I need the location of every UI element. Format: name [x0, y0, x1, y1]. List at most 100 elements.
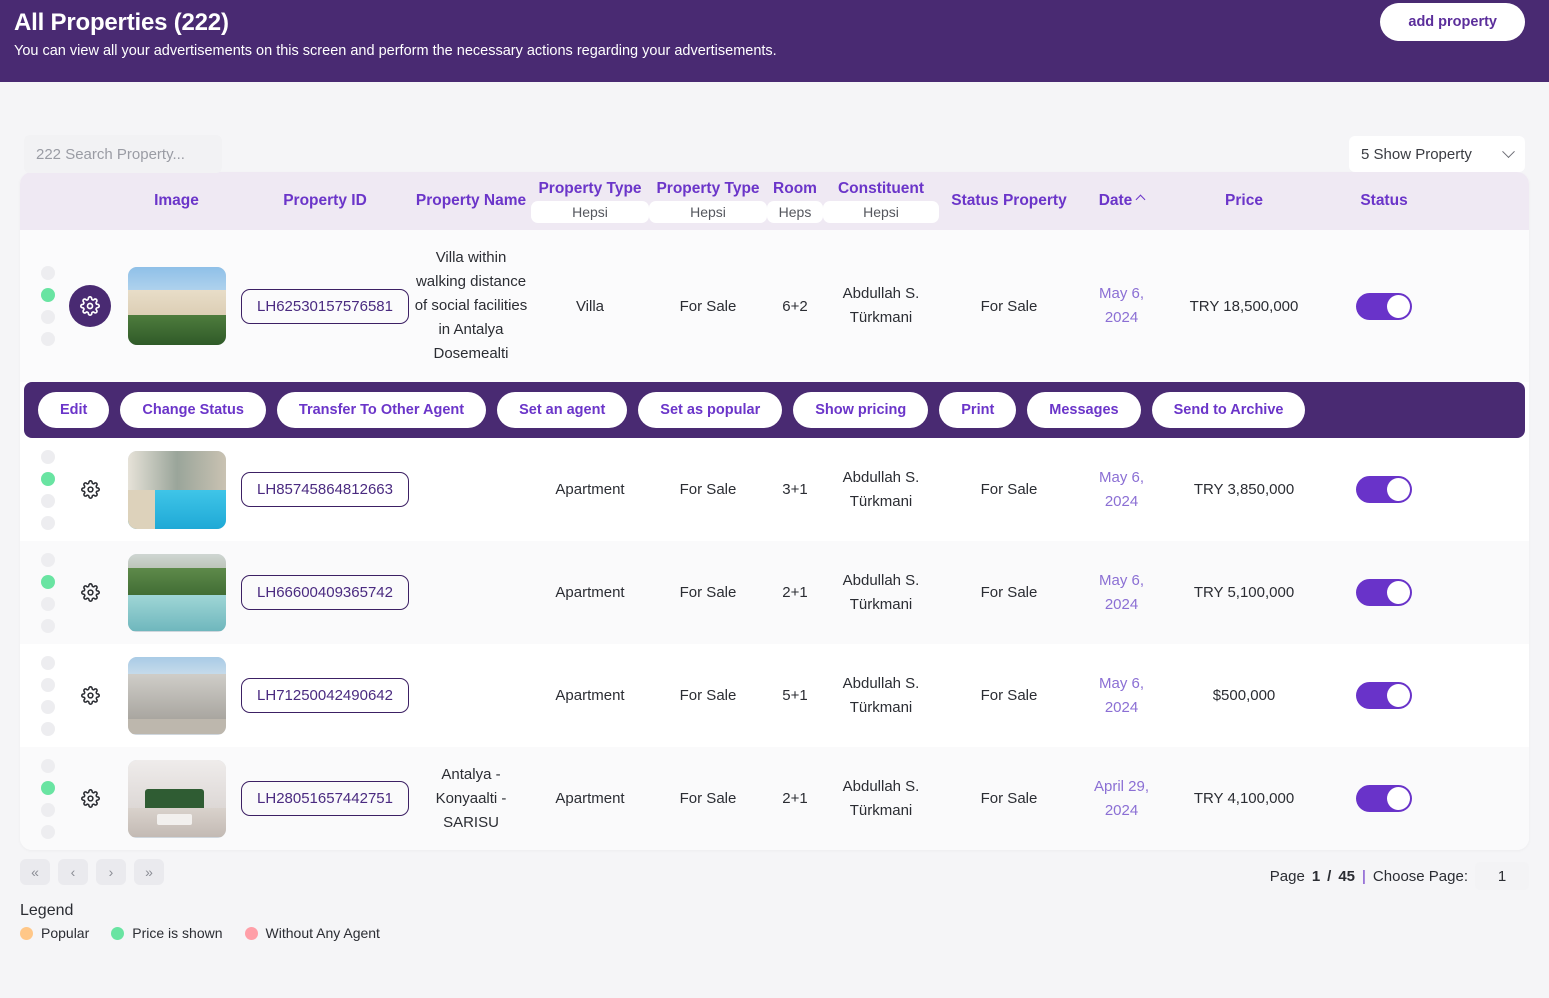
property-id-badge[interactable]: LH66600409365742 — [241, 575, 409, 610]
row-listing-type: For Sale — [649, 580, 767, 605]
property-id-badge[interactable]: LH28051657442751 — [241, 781, 409, 816]
column-label: Property Type — [656, 180, 759, 198]
legend-item-price-is-shown: Price is shown — [111, 925, 222, 941]
choose-page-label: Choose Page: — [1373, 868, 1468, 885]
status-dot-price-shown — [41, 472, 55, 486]
column-filter-property-type-1[interactable]: Hepsi — [531, 201, 649, 223]
action-set-an-agent-button[interactable]: Set an agent — [497, 392, 627, 428]
chevron-down-icon — [1502, 145, 1515, 158]
column-label-wrap: Date — [1099, 192, 1145, 210]
action-messages-button[interactable]: Messages — [1027, 392, 1140, 428]
property-thumbnail[interactable] — [128, 554, 226, 632]
column-header-property-type-2[interactable]: Property Type Hepsi — [649, 180, 767, 223]
previous-page-button[interactable]: ‹ — [58, 859, 88, 885]
status-dot-no-agent — [41, 310, 55, 324]
status-toggle[interactable] — [1356, 579, 1412, 606]
row-property-type: Apartment — [531, 683, 649, 708]
row-settings-cell — [66, 471, 114, 509]
page-title: All Properties (222) — [8, 8, 1527, 38]
show-property-select[interactable]: 5 Show Property — [1349, 136, 1525, 172]
table-row[interactable]: LH62530157576581 Villa within walking di… — [20, 230, 1529, 382]
column-header-property-name[interactable]: Property Name — [411, 192, 531, 210]
row-constituent: Abdullah S. Türkmani — [823, 565, 939, 621]
property-thumbnail[interactable] — [128, 760, 226, 838]
status-toggle[interactable] — [1356, 476, 1412, 503]
legend-item-without-any-agent: Without Any Agent — [245, 925, 380, 941]
row-status-toggle-cell — [1324, 575, 1444, 610]
row-property-id-cell: LH28051657442751 — [239, 777, 411, 820]
table-header-row: Image Property ID Property Name Property… — [20, 172, 1529, 230]
gear-icon[interactable] — [75, 475, 105, 505]
gear-icon[interactable] — [75, 578, 105, 608]
column-label: Property Name — [416, 192, 526, 210]
choose-page-input[interactable] — [1475, 862, 1529, 890]
first-page-button[interactable]: « — [20, 859, 50, 885]
column-header-date[interactable]: Date — [1079, 192, 1164, 210]
legend-dot-popular — [20, 927, 33, 940]
gear-icon[interactable] — [69, 285, 111, 327]
property-thumbnail[interactable] — [128, 267, 226, 345]
action-show-pricing-button[interactable]: Show pricing — [793, 392, 928, 428]
column-label: Room — [773, 180, 817, 198]
status-dot-extra — [41, 619, 55, 633]
column-header-price[interactable]: Price — [1164, 192, 1324, 210]
column-label: Property ID — [283, 192, 367, 210]
action-print-button[interactable]: Print — [939, 392, 1016, 428]
next-page-button[interactable]: › — [96, 859, 126, 885]
row-room: 2+1 — [767, 786, 823, 811]
table-row[interactable]: LH85745864812663 Apartment For Sale 3+1 … — [20, 438, 1529, 541]
last-page-button[interactable]: » — [134, 859, 164, 885]
action-set-as-popular-button[interactable]: Set as popular — [638, 392, 782, 428]
add-property-button[interactable]: add property — [1380, 3, 1525, 41]
status-dot-no-agent — [41, 803, 55, 817]
column-header-image[interactable]: Image — [114, 192, 239, 210]
gear-icon[interactable] — [75, 681, 105, 711]
row-property-type: Apartment — [531, 580, 649, 605]
table-row[interactable]: LH66600409365742 Apartment For Sale 2+1 … — [20, 541, 1529, 644]
row-property-name — [411, 589, 531, 597]
column-filter-property-type-2[interactable]: Hepsi — [649, 201, 767, 223]
action-send-to-archive-button[interactable]: Send to Archive — [1152, 392, 1306, 428]
row-price: TRY 3,850,000 — [1164, 477, 1324, 502]
status-toggle[interactable] — [1356, 785, 1412, 812]
status-dot-popular — [41, 553, 55, 567]
column-header-status-property[interactable]: Status Property — [939, 192, 1079, 210]
row-property-type: Villa — [531, 294, 649, 319]
table-row[interactable]: LH71250042490642 Apartment For Sale 5+1 … — [20, 644, 1529, 747]
action-change-status-button[interactable]: Change Status — [120, 392, 266, 428]
row-date: May 6, 2024 — [1079, 278, 1164, 334]
table-row[interactable]: LH28051657442751 Antalya - Konyaalti - S… — [20, 747, 1529, 850]
action-edit-button[interactable]: Edit — [38, 392, 109, 428]
status-toggle[interactable] — [1356, 682, 1412, 709]
toggle-knob — [1387, 581, 1410, 604]
property-id-badge[interactable]: LH62530157576581 — [241, 289, 409, 324]
status-toggle[interactable] — [1356, 293, 1412, 320]
column-header-property-id[interactable]: Property ID — [239, 192, 411, 210]
column-label: Image — [154, 192, 199, 210]
column-filter-constituent[interactable]: Hepsi — [823, 201, 939, 223]
property-id-badge[interactable]: LH71250042490642 — [241, 678, 409, 713]
status-dot-extra — [41, 332, 55, 346]
status-dot-extra — [41, 825, 55, 839]
property-id-badge[interactable]: LH85745864812663 — [241, 472, 409, 507]
page-subtitle: You can view all your advertisements on … — [8, 41, 1527, 61]
row-image-cell — [114, 653, 239, 739]
row-constituent: Abdullah S. Türkmani — [823, 668, 939, 724]
status-dot-price-shown — [41, 288, 55, 302]
column-header-property-type-1[interactable]: Property Type Hepsi — [531, 180, 649, 223]
action-transfer-to-other-agent-button[interactable]: Transfer To Other Agent — [277, 392, 486, 428]
gear-icon[interactable] — [75, 784, 105, 814]
property-thumbnail[interactable] — [128, 657, 226, 735]
column-filter-room[interactable]: Heps — [767, 201, 823, 223]
row-room: 3+1 — [767, 477, 823, 502]
column-header-status[interactable]: Status — [1324, 192, 1444, 210]
column-header-room[interactable]: Room Heps — [767, 180, 823, 223]
column-header-constituent[interactable]: Constituent Hepsi — [823, 180, 939, 223]
property-thumbnail[interactable] — [128, 451, 226, 529]
legend-label: Popular — [41, 925, 89, 941]
table-footer: « ‹ › » Page 1 / 45 | Choose Page: — [20, 850, 1529, 896]
page-separator: / — [1327, 868, 1331, 885]
row-property-name — [411, 486, 531, 494]
search-input[interactable] — [24, 135, 222, 173]
row-listing-type: For Sale — [649, 786, 767, 811]
